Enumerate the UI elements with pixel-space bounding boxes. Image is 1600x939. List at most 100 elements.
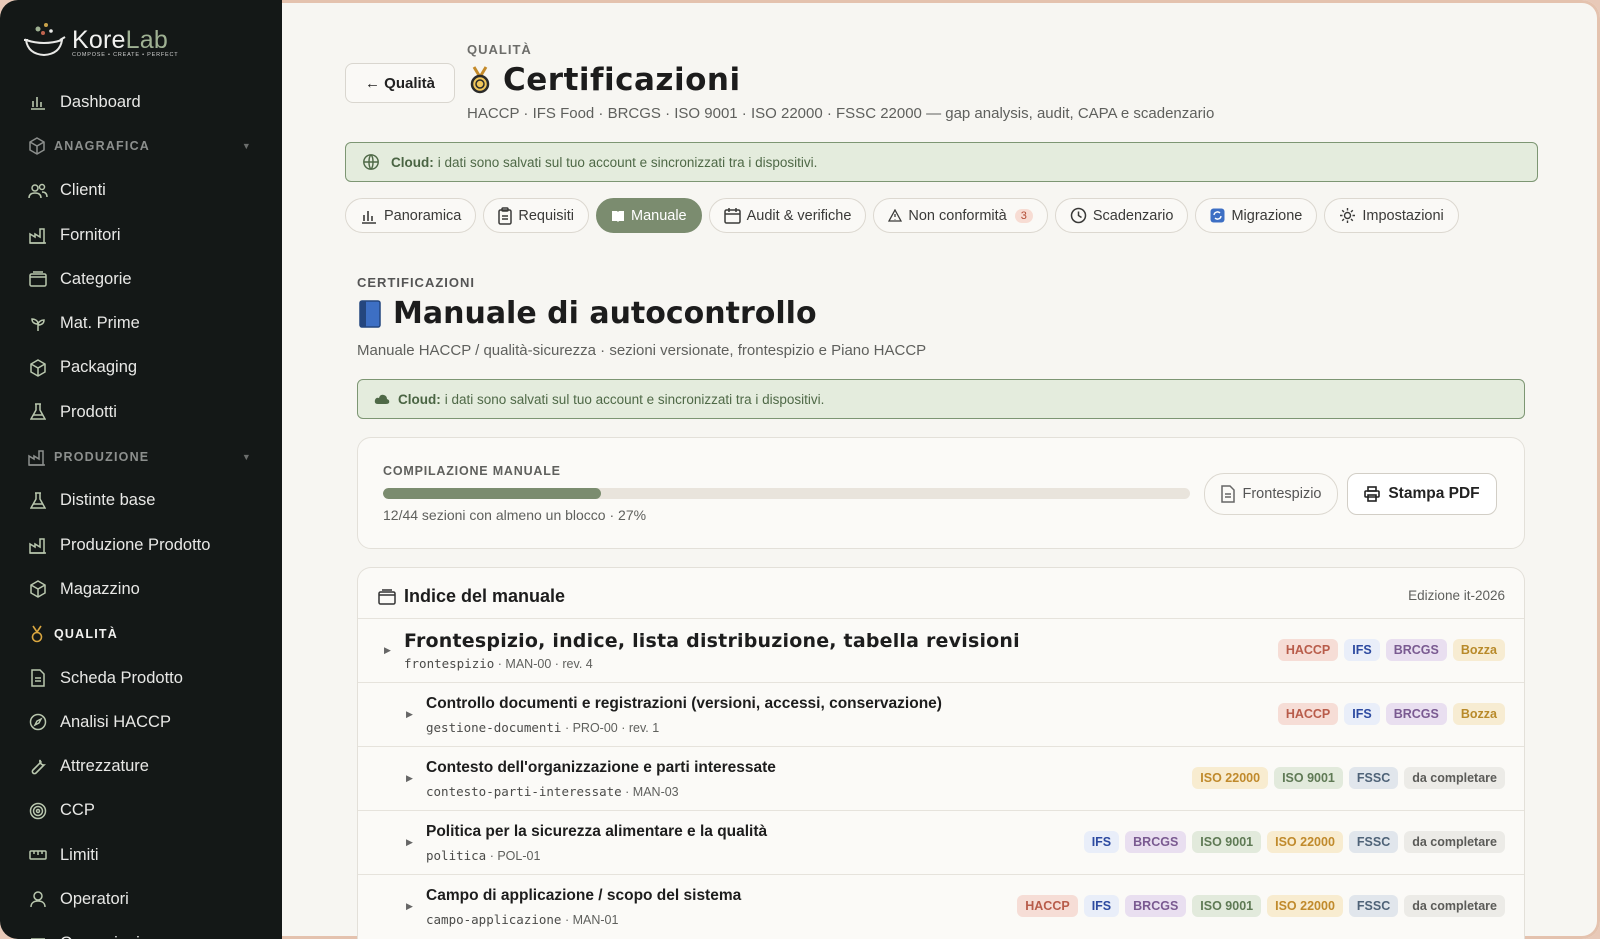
expand-triangle-icon[interactable]: ▶ — [384, 645, 391, 656]
compass-icon — [28, 712, 48, 732]
medal-icon — [470, 66, 490, 94]
sidebar-item-ccp[interactable]: CCP — [0, 789, 282, 833]
sidebar-item-attrezzature[interactable]: Attrezzature — [0, 744, 282, 788]
standard-tag: ISO 9001 — [1192, 831, 1262, 853]
box-icon — [28, 358, 48, 378]
sidebar-section-anagrafica[interactable]: ANAGRAFICA ▼ — [0, 124, 282, 168]
tab-label: Migrazione — [1231, 207, 1303, 224]
section-meta: campo-applicazione · MAN-01 — [426, 912, 618, 927]
tab-label: Audit & verifiche — [746, 207, 852, 224]
sidebar-item-label: Distinte base — [60, 491, 156, 510]
sidebar-section-label: ANAGRAFICA — [54, 139, 151, 154]
page-subtitle: HACCP · IFS Food · BRCGS · ISO 9001 · IS… — [467, 105, 1215, 122]
sidebar-item-packaging[interactable]: Packaging — [0, 346, 282, 390]
index-heading: Indice del manuale — [378, 586, 565, 607]
sidebar-item-categorie[interactable]: Categorie — [0, 257, 282, 301]
standard-tag: Bozza — [1452, 639, 1505, 661]
tag-list: HACCP IFS BRCGS Bozza — [1277, 703, 1505, 725]
count-badge: 3 — [1014, 208, 1033, 223]
back-button[interactable]: ← Qualità — [345, 63, 455, 103]
expand-triangle-icon[interactable]: ▶ — [406, 709, 413, 720]
tab-panoramica[interactable]: Panoramica — [345, 198, 477, 233]
sprout-icon — [28, 314, 48, 334]
tab-manuale[interactable]: Manuale — [595, 198, 702, 233]
sidebar-item-label: Mat. Prime — [60, 314, 140, 333]
tag-list: HACCP IFS BRCGS ISO 9001 ISO 22000 FSSC da com… — [1017, 895, 1505, 917]
standard-tag: ISO 22000 — [1267, 895, 1343, 917]
tab-migrazione[interactable]: Migrazione — [1195, 198, 1318, 233]
sidebar-item-dashboard[interactable]: Dashboard — [0, 80, 282, 124]
sidebar-item-label: Analisi HACCP — [60, 712, 171, 731]
section-title: Contesto dell'organizzazione e parti int… — [426, 759, 776, 776]
calendar-icon — [723, 207, 741, 224]
tab-label: Manuale — [630, 207, 687, 224]
tab-scadenzario[interactable]: Scadenzario — [1054, 198, 1189, 233]
sidebar-item-label: Magazzino — [60, 579, 140, 598]
medal-icon — [28, 625, 46, 643]
standard-tag: ISO 22000 — [1192, 767, 1269, 789]
brand-name: KoreLab — [72, 25, 168, 54]
chevron-down-icon[interactable]: ▼ — [242, 452, 252, 462]
section-ref: · MAN-03 — [625, 785, 679, 799]
sidebar-item-operazioni[interactable]: Operazioni — [0, 922, 282, 939]
expand-triangle-icon[interactable]: ▶ — [406, 901, 413, 912]
users-icon — [28, 181, 48, 201]
logo[interactable]: KoreLab COMPOSE • CREATE • PERFECT — [22, 20, 178, 60]
tab-audit[interactable]: Audit & verifiche — [708, 198, 867, 233]
index-row[interactable]: ▶ Contesto dell'organizzazione e parti in… — [358, 746, 1524, 810]
section-code: gestione-documenti — [426, 720, 562, 735]
frontespizio-button[interactable]: Frontespizio — [1204, 473, 1338, 515]
expand-triangle-icon[interactable]: ▶ — [406, 773, 413, 784]
document-icon — [1220, 485, 1235, 503]
cloud-icon — [374, 394, 390, 404]
sidebar-item-scheda-prodotto[interactable]: Scheda Prodotto — [0, 656, 282, 700]
section-code: frontespizio — [404, 656, 495, 671]
sidebar-item-label: Limiti — [60, 845, 99, 864]
clipboard-icon — [498, 206, 513, 225]
section-meta: frontespizio · MAN-00 · rev. 4 — [404, 656, 593, 671]
tab-bar: Panoramica Requisiti Manuale Audit & verifi… — [345, 198, 1459, 233]
sidebar-item-label: Categorie — [60, 269, 132, 288]
expand-triangle-icon[interactable]: ▶ — [406, 837, 413, 848]
page-title: Certificazioni — [469, 62, 741, 98]
sidebar-item-produzione-prodotto[interactable]: Produzione Prodotto — [0, 523, 282, 567]
section-meta: politica · POL-01 — [426, 848, 540, 863]
index-row[interactable]: ▶ Campo di applicazione / scopo del siste… — [358, 874, 1524, 938]
sidebar-item-magazzino[interactable]: Magazzino — [0, 567, 282, 611]
section-meta: contesto-parti-interessate · MAN-03 — [426, 784, 679, 799]
book-icon — [359, 299, 381, 328]
target-icon — [28, 801, 48, 821]
sidebar-section-label: PRODUZIONE — [54, 449, 150, 464]
sidebar-item-analisi-haccp[interactable]: Analisi HACCP — [0, 700, 282, 744]
sidebar-item-mat-prime[interactable]: Mat. Prime — [0, 301, 282, 345]
sidebar-section-qualita[interactable]: QUALITÀ — [0, 612, 282, 656]
sidebar-item-prodotti[interactable]: Prodotti — [0, 390, 282, 434]
tab-label: Panoramica — [384, 207, 462, 224]
tab-impostazioni[interactable]: Impostazioni — [1324, 198, 1459, 233]
tab-requisiti[interactable]: Requisiti — [483, 198, 589, 233]
book-icon — [611, 210, 625, 222]
index-row[interactable]: ▶ Frontespizio, indice, lista distribuzio… — [358, 618, 1524, 682]
sidebar-item-clienti[interactable]: Clienti — [0, 169, 282, 213]
pot-logo-icon — [24, 23, 66, 57]
index-row[interactable]: ▶ Controllo documenti e registrazioni (ve… — [358, 682, 1524, 746]
box-icon — [28, 579, 48, 599]
section-ref: · MAN-01 — [564, 913, 619, 927]
tab-non-conformita[interactable]: Non conformità 3 — [873, 198, 1048, 233]
index-row[interactable]: ▶ Politica per la sicurezza alimentare e … — [358, 810, 1524, 874]
sidebar-item-operatori[interactable]: Operatori — [0, 877, 282, 921]
standard-tag: FSSC — [1348, 831, 1399, 853]
globe-icon — [363, 154, 379, 170]
user-icon — [28, 889, 48, 909]
sidebar-item-limiti[interactable]: Limiti — [0, 833, 282, 877]
standard-tag: da completare — [1404, 831, 1505, 853]
standard-tag: BRCGS — [1125, 895, 1187, 917]
sidebar-item-label: Operatori — [60, 889, 129, 908]
sidebar-item-fornitori[interactable]: Fornitori — [0, 213, 282, 257]
app-window: KoreLab COMPOSE • CREATE • PERFECT Dashb… — [0, 0, 1600, 939]
chevron-down-icon[interactable]: ▼ — [242, 141, 252, 151]
sidebar-section-produzione[interactable]: PRODUZIONE ▼ — [0, 434, 282, 478]
print-pdf-button[interactable]: Stampa PDF — [1347, 473, 1497, 515]
sidebar-item-distinte-base[interactable]: Distinte base — [0, 479, 282, 523]
standard-tag: Bozza — [1452, 703, 1505, 725]
